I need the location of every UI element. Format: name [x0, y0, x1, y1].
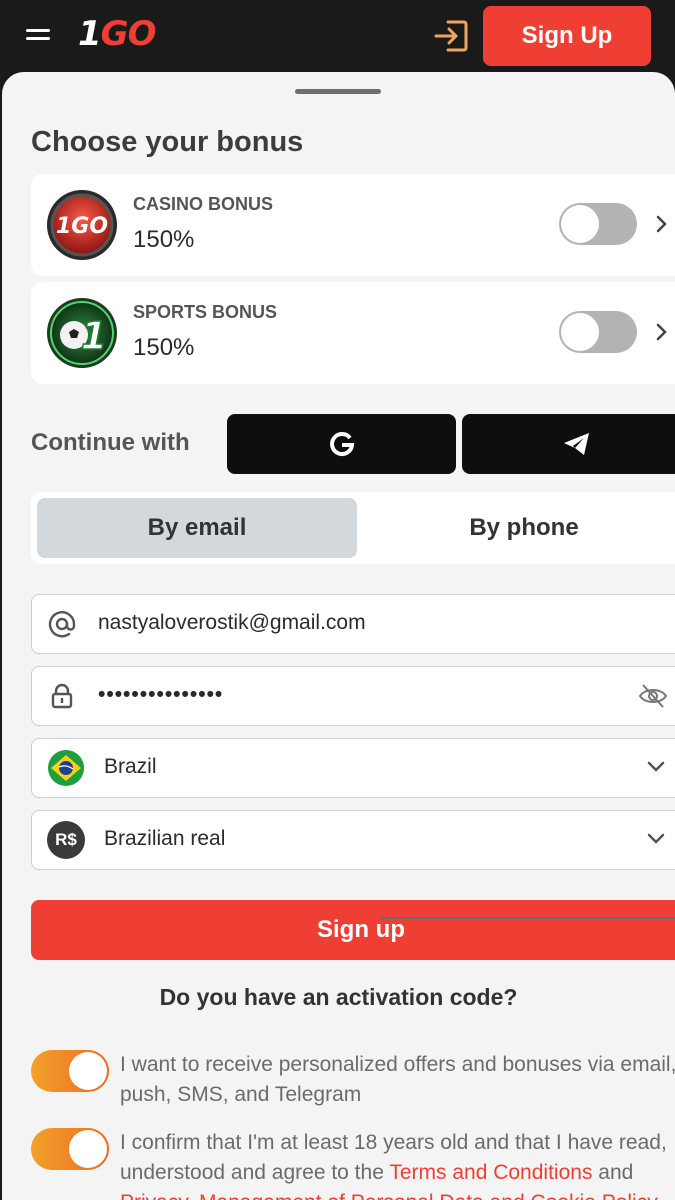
casino-emblem-text: 1GO: [56, 214, 108, 239]
continue-with-label: Continue with: [31, 429, 190, 456]
terms-link[interactable]: Terms and Conditions: [389, 1161, 592, 1184]
telegram-icon: [563, 433, 589, 455]
password-field-wrapper: •••••••••••••••: [31, 666, 675, 726]
bonus-value: 150%: [133, 334, 195, 361]
bonus-title: Choose your bonus: [31, 126, 304, 158]
hamburger-menu-icon[interactable]: [26, 27, 52, 45]
chevron-down-icon: [646, 831, 666, 847]
tab-by-email[interactable]: By email: [37, 498, 357, 558]
signup-submit-button[interactable]: Sign up: [31, 900, 675, 960]
password-input[interactable]: •••••••••••••••: [98, 683, 223, 707]
chevron-down-icon: [646, 759, 666, 775]
chevron-right-icon[interactable]: [655, 320, 669, 344]
casino-bonus-emblem-icon: 1GO: [46, 189, 118, 261]
logo-go: GO: [100, 14, 157, 54]
country-select[interactable]: Brazil: [31, 738, 675, 798]
chevron-right-icon[interactable]: [655, 212, 669, 236]
logo[interactable]: 1GO: [78, 14, 157, 54]
currency-value: Brazilian real: [104, 827, 226, 850]
age-consent-and: and: [592, 1161, 634, 1184]
at-sign-icon: [48, 610, 76, 638]
bonus-card-sports[interactable]: 1 SPORTS BONUS 150%: [31, 282, 675, 384]
logo-one: 1: [78, 14, 102, 54]
offers-consent-toggle[interactable]: [31, 1050, 109, 1092]
divider-line: [380, 917, 675, 919]
bonus-name: SPORTS BONUS: [133, 302, 278, 322]
top-bar: 1GO Sign Up: [0, 0, 675, 72]
google-icon: [329, 432, 354, 457]
sports-bonus-emblem-icon: 1: [46, 297, 118, 369]
eye-off-icon[interactable]: [638, 681, 668, 711]
age-consent-text: I confirm that I'm at least 18 years old…: [120, 1128, 675, 1200]
drag-handle[interactable]: [295, 89, 381, 94]
email-field-wrapper: [31, 594, 675, 654]
country-value: Brazil: [104, 755, 157, 778]
signup-header-button[interactable]: Sign Up: [483, 6, 651, 66]
age-consent-toggle[interactable]: [31, 1128, 109, 1170]
activation-code-link[interactable]: Do you have an activation code?: [2, 984, 675, 1011]
tab-by-phone[interactable]: By phone: [361, 498, 675, 558]
casino-bonus-toggle[interactable]: [559, 203, 637, 245]
bonus-name: CASINO BONUS: [133, 194, 274, 214]
registration-sheet: Choose your bonus 1GO CASINO BONUS 150%: [2, 72, 675, 1200]
sports-bonus-toggle[interactable]: [559, 311, 637, 353]
bonus-value: 150%: [133, 226, 195, 253]
login-icon[interactable]: [432, 16, 472, 56]
sports-emblem-text: 1: [81, 314, 107, 358]
offers-consent-text: I want to receive personalized offers an…: [120, 1053, 675, 1106]
brazil-flag-icon: [47, 749, 85, 787]
bonus-card-casino[interactable]: 1GO CASINO BONUS 150%: [31, 174, 675, 276]
privacy-policy-link[interactable]: Privacy, Management of Personal Data and…: [120, 1191, 658, 1200]
currency-icon: R$: [47, 821, 85, 859]
registration-method-tabs: By email By phone: [31, 492, 675, 564]
currency-select[interactable]: R$ Brazilian real: [31, 810, 675, 870]
email-input[interactable]: [98, 607, 598, 639]
google-login-button[interactable]: [227, 414, 456, 474]
telegram-login-button[interactable]: [462, 414, 675, 474]
lock-icon: [48, 682, 76, 710]
